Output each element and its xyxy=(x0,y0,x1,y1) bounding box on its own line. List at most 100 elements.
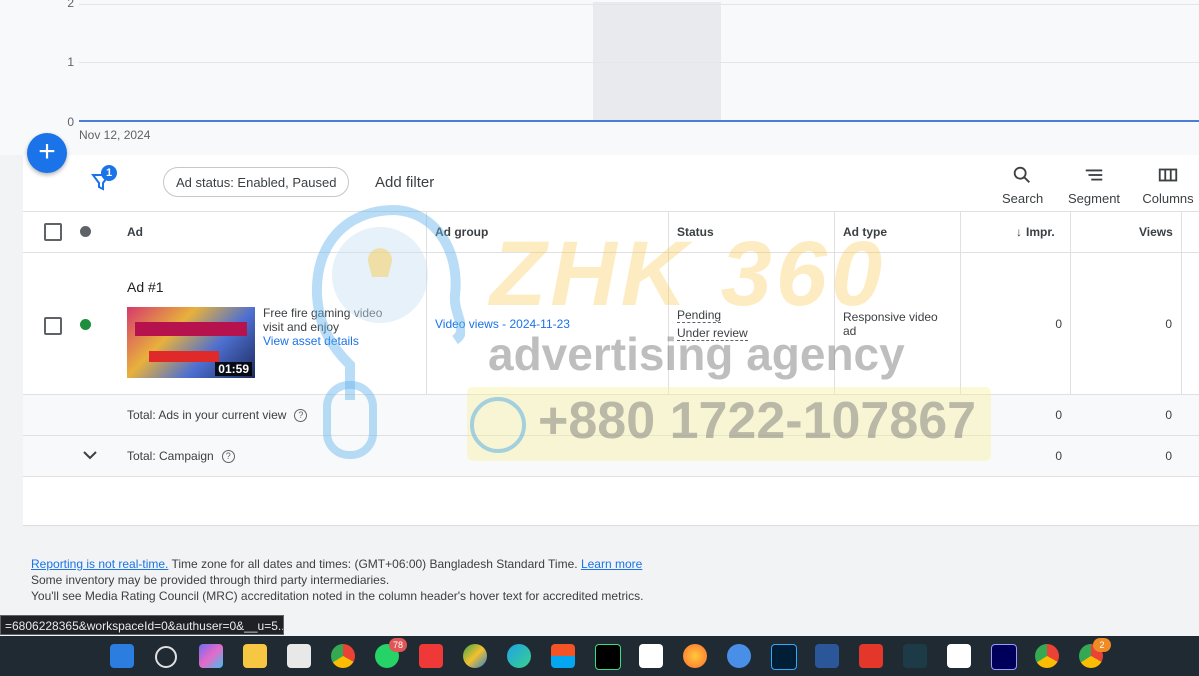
capcut-icon[interactable] xyxy=(639,644,663,668)
photos-icon[interactable] xyxy=(463,644,487,668)
column-header-ad-group[interactable]: Ad group xyxy=(435,225,488,239)
status-column-dot[interactable] xyxy=(80,226,91,237)
total-campaign-views: 0 xyxy=(1165,449,1172,463)
filmora-icon[interactable] xyxy=(903,644,927,668)
vivaldi-icon[interactable] xyxy=(419,644,443,668)
ad-status-filter-chip[interactable]: Ad status: Enabled, Paused xyxy=(163,167,350,197)
chevron-down-icon[interactable] xyxy=(82,448,98,462)
total-current-view-label: Total: Ads in your current view? xyxy=(127,408,308,423)
performance-chart: 2 1 0 Nov 12, 2024 xyxy=(0,0,1199,155)
sync-app-icon[interactable] xyxy=(727,644,751,668)
capcut-icon-2[interactable] xyxy=(947,644,971,668)
columns-tool-button[interactable]: Columns xyxy=(1142,163,1194,206)
footer-line-1: Reporting is not real-time. Time zone fo… xyxy=(31,556,643,572)
add-filter-button[interactable]: Add filter xyxy=(375,174,434,191)
footer-line-3: You'll see Media Rating Council (MRC) ac… xyxy=(31,589,644,603)
ad-type: Responsive video ad xyxy=(843,310,938,338)
photoshop-icon[interactable] xyxy=(771,644,797,670)
create-button[interactable]: + xyxy=(27,133,67,173)
store-icon[interactable] xyxy=(551,644,575,668)
whatsapp-unread-badge: 78 xyxy=(389,638,407,652)
x-axis-start-date: Nov 12, 2024 xyxy=(79,128,151,142)
chrome-profile-badge: 2 xyxy=(1093,638,1111,652)
segment-tool-button[interactable]: Segment xyxy=(1068,163,1120,206)
search-tool-label: Search xyxy=(1002,191,1044,206)
word-icon[interactable] xyxy=(815,644,839,668)
total-current-view-views: 0 xyxy=(1165,408,1172,422)
edge-icon[interactable] xyxy=(507,644,531,668)
video-duration: 01:59 xyxy=(215,362,252,376)
timezone-text: Time zone for all dates and times: (GMT+… xyxy=(168,557,581,571)
ad-type-line: ad xyxy=(843,324,857,338)
chart-highlight-band xyxy=(593,2,721,120)
column-header-impr-label: Impr. xyxy=(1026,225,1055,239)
status-enabled-dot[interactable] xyxy=(80,319,91,330)
ad-description-line: visit and enjoy xyxy=(263,320,340,334)
row-checkbox[interactable] xyxy=(44,317,62,335)
segment-icon xyxy=(1085,169,1103,181)
status-under-review: Under review xyxy=(677,326,748,341)
status-pending: Pending xyxy=(677,308,722,323)
ad-status[interactable]: Pending Under review xyxy=(677,306,748,342)
total-current-view-text: Total: Ads in your current view xyxy=(127,408,287,422)
ad-type-line: Responsive video xyxy=(843,310,938,324)
column-header-status[interactable]: Status xyxy=(677,225,714,239)
footer-line-2: Some inventory may be provided through t… xyxy=(31,573,390,587)
filter-bar: 1 Ad status: Enabled, Paused Add filter … xyxy=(23,155,1199,212)
chrome-icon[interactable] xyxy=(331,644,355,668)
y-tick-label: 0 xyxy=(67,115,74,129)
ad-description-line: Free fire gaming video xyxy=(263,306,383,320)
ads-table-card: 1 Ad status: Enabled, Paused Add filter … xyxy=(23,155,1199,526)
y-tick-label: 2 xyxy=(67,0,74,10)
total-campaign-label: Total: Campaign? xyxy=(127,449,235,464)
snipping-tool-icon[interactable] xyxy=(287,644,311,668)
sort-descending-icon: ↓ xyxy=(1016,225,1022,239)
filter-count-badge: 1 xyxy=(101,165,117,181)
view-asset-details-link[interactable]: View asset details xyxy=(263,334,382,348)
chrome-profile-icon-2[interactable]: 2 xyxy=(1079,638,1111,668)
total-campaign-impr: 0 xyxy=(1055,449,1062,463)
columns-icon xyxy=(1158,168,1178,182)
columns-tool-label: Columns xyxy=(1142,191,1194,206)
y-tick-label: 1 xyxy=(67,55,74,69)
impr-value: 0 xyxy=(1055,317,1062,331)
premiere-pro-icon[interactable] xyxy=(991,644,1017,670)
select-all-checkbox[interactable] xyxy=(44,223,62,241)
pycharm-icon[interactable] xyxy=(595,644,621,670)
anydesk-icon[interactable] xyxy=(859,644,883,668)
help-icon[interactable]: ? xyxy=(294,409,308,423)
total-current-view-impr: 0 xyxy=(1055,408,1062,422)
ad-group-link[interactable]: Video views - 2024-11-23 xyxy=(435,317,570,331)
views-value: 0 xyxy=(1165,317,1172,331)
ad-name: Ad #1 xyxy=(127,279,164,295)
whatsapp-icon[interactable]: 78 xyxy=(375,638,407,668)
table-header: Ad Ad group Status Ad type ↓ Impr. Views xyxy=(23,212,1199,253)
chrome-profile-icon[interactable] xyxy=(1035,644,1059,668)
grid-line xyxy=(79,4,1199,5)
grid-line xyxy=(79,62,1199,63)
reporting-link[interactable]: Reporting is not real-time. xyxy=(31,557,168,571)
segment-tool-label: Segment xyxy=(1068,191,1121,206)
windows-taskbar: 78 2 xyxy=(0,636,1199,676)
file-explorer-icon[interactable] xyxy=(243,644,267,668)
column-header-impr[interactable]: ↓ Impr. xyxy=(1016,225,1055,239)
thumbnail-banner xyxy=(149,351,219,362)
chart-series-line xyxy=(79,120,1199,122)
search-tool-button[interactable]: Search xyxy=(1002,163,1044,206)
windows-start-icon[interactable] xyxy=(110,644,134,668)
thumbnail-banner xyxy=(135,322,247,336)
taskbar-search-icon[interactable] xyxy=(155,646,177,668)
column-header-views[interactable]: Views xyxy=(1139,225,1173,239)
column-header-ad-type[interactable]: Ad type xyxy=(843,225,887,239)
ad-description: Free fire gaming video visit and enjoy V… xyxy=(263,306,382,348)
footer-notes: Reporting is not real-time. Time zone fo… xyxy=(31,556,643,604)
status-url-tooltip: =6806228365&workspaceId=0&authuser=0&__u… xyxy=(0,615,284,635)
firefox-icon[interactable] xyxy=(683,644,707,668)
column-header-ad[interactable]: Ad xyxy=(127,225,143,239)
ad-video-thumbnail[interactable]: 01:59 xyxy=(127,307,255,378)
search-icon xyxy=(1013,166,1030,183)
copilot-icon[interactable] xyxy=(199,644,223,668)
help-icon[interactable]: ? xyxy=(221,450,235,464)
total-campaign-text: Total: Campaign xyxy=(127,449,214,463)
learn-more-link[interactable]: Learn more xyxy=(581,557,642,571)
